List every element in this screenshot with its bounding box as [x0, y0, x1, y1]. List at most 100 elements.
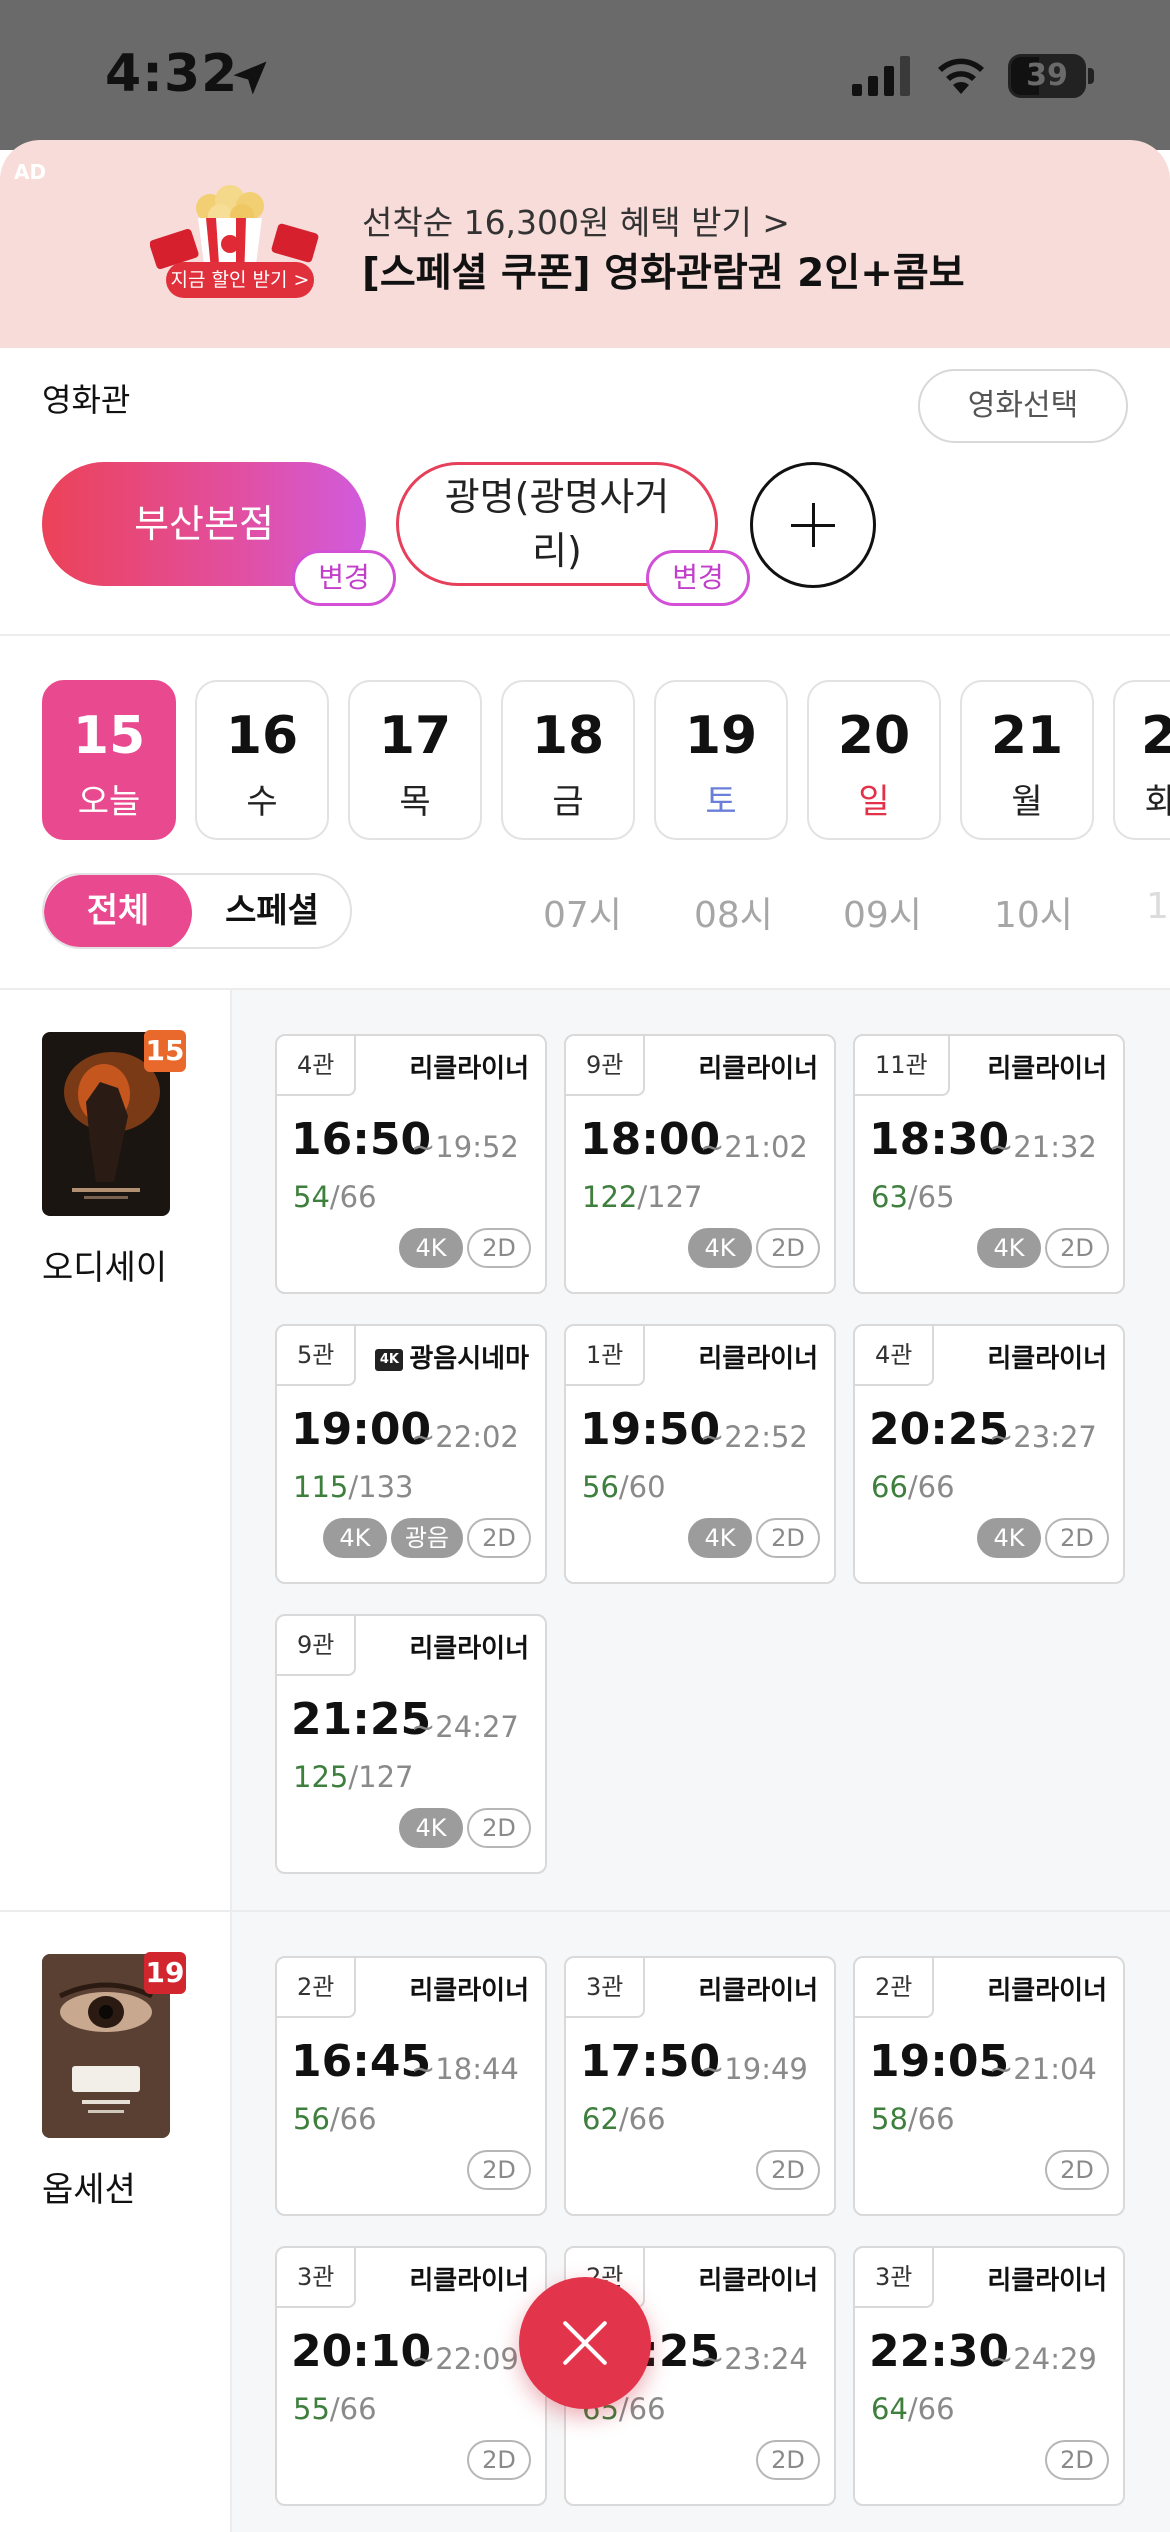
filter-all-button[interactable]: 전체 — [44, 875, 192, 947]
date-item[interactable]: 16 수 — [195, 680, 329, 840]
date-item[interactable]: 17 목 — [348, 680, 482, 840]
available-seats: 62 — [582, 2102, 619, 2136]
hour-filter[interactable]: 08시 — [694, 886, 773, 938]
date-item-today[interactable]: 15 오늘 — [42, 680, 176, 840]
showtime-card[interactable]: 2관 리클라이너 16:45 ~18:44 56/66 2D — [275, 1956, 547, 2216]
showtime-card[interactable]: 2관 리클라이너 19:05 ~21:04 58/66 2D — [853, 1956, 1125, 2216]
showtime-card[interactable]: 3관 리클라이너 17:50 ~19:49 62/66 2D — [564, 1956, 836, 2216]
movie-title[interactable]: 옵세션 — [42, 2162, 136, 2211]
date-number: 19 — [684, 706, 758, 766]
showtime-card[interactable]: 4관 리클라이너 16:50 ~19:52 54/66 4K 2D — [275, 1034, 547, 1294]
change-cinema-button[interactable]: 변경 — [292, 550, 396, 606]
available-seats: 125 — [293, 1760, 349, 1794]
location-arrow-icon — [233, 61, 267, 95]
hour-filter[interactable]: 09시 — [843, 886, 922, 938]
format-tag: 4K — [399, 1228, 463, 1268]
showtime-card[interactable]: 3관 리클라이너 22:30 ~24:29 64/66 2D — [853, 2246, 1125, 2506]
showtime-card[interactable]: 1관 리클라이너 19:50 ~22:52 56/60 4K 2D — [564, 1324, 836, 1584]
movie-info: 19 옵세션 — [0, 1912, 232, 2532]
showtime-card[interactable]: 9관 리클라이너 21:25 ~24:27 125/127 4K 2D — [275, 1614, 547, 1874]
ad-tag: AD — [14, 160, 47, 184]
date-weekday: 금 — [552, 782, 584, 822]
popcorn-coupon-icon — [150, 185, 319, 280]
wifi-icon — [938, 58, 984, 94]
end-time: ~22:09 — [411, 2342, 519, 2376]
format-tag: 2D — [467, 1228, 531, 1268]
available-seats: 64 — [871, 2392, 908, 2426]
date-item[interactable]: 2 화 — [1113, 680, 1170, 840]
format-tags: 4K 2D — [688, 1518, 820, 1558]
date-weekday: 목 — [399, 782, 431, 822]
select-movie-button[interactable]: 영화선택 — [918, 369, 1128, 443]
format-tag: 광음 — [390, 1518, 463, 1558]
format-tag: 2D — [467, 2150, 531, 2190]
cinema-chip-label: 광명(광명사거리) — [444, 475, 670, 573]
screen-number: 9관 — [277, 1616, 357, 1676]
date-weekday: 월 — [1011, 782, 1043, 822]
cinema-section-label: 영화관 — [42, 381, 131, 419]
date-item[interactable]: 21 월 — [960, 680, 1094, 840]
showtime-card[interactable]: 4관 리클라이너 20:25 ~23:27 66/66 4K 2D — [853, 1324, 1125, 1584]
seat-type: 리클라이너 — [698, 1344, 818, 1374]
ad-headline: 선착순 16,300원 혜택 받기 > — [362, 203, 790, 242]
filter-special-button[interactable]: 스페셜 — [194, 875, 350, 947]
ad-discount-button[interactable]: 지금 할인 받기 > — [166, 262, 314, 298]
hour-filter[interactable]: 1 — [1146, 886, 1169, 927]
format-tags: 2D — [1045, 2440, 1109, 2480]
seat-availability: 66/66 — [871, 1470, 955, 1504]
close-icon[interactable] — [519, 2277, 651, 2409]
end-time: ~21:04 — [989, 2052, 1097, 2086]
date-item[interactable]: 19 토 — [654, 680, 788, 840]
available-seats: 63 — [871, 1180, 908, 1214]
date-number: 17 — [378, 706, 452, 766]
hour-filter[interactable]: 07시 — [543, 886, 622, 938]
screen-number: 2관 — [277, 1958, 357, 2018]
add-cinema-button[interactable] — [750, 462, 876, 588]
end-time: ~22:02 — [411, 1420, 519, 1454]
movie-title[interactable]: 오디세이 — [42, 1240, 167, 1289]
format-tag: 2D — [1045, 2150, 1109, 2190]
ad-banner[interactable]: AD 지금 할인 받기 > 선착순 16,300원 혜택 받기 > [스페셜 쿠… — [0, 140, 1170, 348]
showtime-card[interactable]: 9관 리클라이너 18:00 ~21:02 122/127 4K 2D — [564, 1034, 836, 1294]
screen-number: 1관 — [566, 1326, 646, 1386]
seat-availability: 64/66 — [871, 2392, 955, 2426]
format-tag: 2D — [1045, 1518, 1109, 1558]
date-item[interactable]: 20 일 — [807, 680, 941, 840]
hour-filter[interactable]: 10시 — [994, 886, 1073, 938]
format-tags: 4K 2D — [977, 1518, 1109, 1558]
seat-type: 리클라이너 — [409, 1634, 529, 1664]
status-time: 4:32 — [105, 44, 239, 104]
format-tags: 4K 광음 2D — [322, 1518, 531, 1558]
date-number: 16 — [225, 706, 299, 766]
seat-availability: 125/127 — [293, 1760, 413, 1794]
seat-availability: 58/66 — [871, 2102, 955, 2136]
format-tag: 4K — [322, 1518, 387, 1558]
movie-section: 15 오디세이 4관 리클라이너 16:50 ~19:52 54/66 4K 2… — [0, 990, 1170, 1910]
format-tags: 4K 2D — [399, 1808, 531, 1848]
seat-availability: 115/133 — [293, 1470, 413, 1504]
date-strip: 15 오늘 16 수 17 목 18 금 19 토 20 일 21 월 2 화 — [42, 680, 1170, 842]
divider — [0, 634, 1170, 636]
date-item[interactable]: 18 금 — [501, 680, 635, 840]
total-seats: /66 — [618, 2102, 666, 2136]
available-seats: 122 — [582, 1180, 638, 1214]
format-tag: 2D — [1045, 2440, 1109, 2480]
seat-availability: 56/66 — [293, 2102, 377, 2136]
format-tag: 2D — [1045, 1228, 1109, 1268]
seat-type: 리클라이너 — [698, 2266, 818, 2296]
showtime-card[interactable]: 11관 리클라이너 18:30 ~21:32 63/65 4K 2D — [853, 1034, 1125, 1294]
battery-icon: 39 — [1008, 54, 1094, 98]
age-rating-badge: 15 — [144, 1030, 186, 1072]
total-seats: /66 — [329, 2392, 377, 2426]
seat-availability: 122/127 — [582, 1180, 702, 1214]
seat-type: 리클라이너 — [409, 1976, 529, 2006]
showtime-card[interactable]: 3관 리클라이너 20:10 ~22:09 55/66 2D — [275, 2246, 547, 2506]
screen-number: 3관 — [277, 2248, 357, 2308]
date-number: 20 — [837, 706, 911, 766]
screen-number: 3관 — [855, 2248, 935, 2308]
total-seats: /60 — [618, 1470, 666, 1504]
change-cinema-button[interactable]: 변경 — [646, 550, 750, 606]
date-weekday: 화 — [1145, 782, 1170, 822]
format-tag: 4K — [688, 1228, 752, 1268]
showtime-card[interactable]: 5관 4K 광음시네마 19:00 ~22:02 115/133 4K 광음 2D — [275, 1324, 547, 1584]
